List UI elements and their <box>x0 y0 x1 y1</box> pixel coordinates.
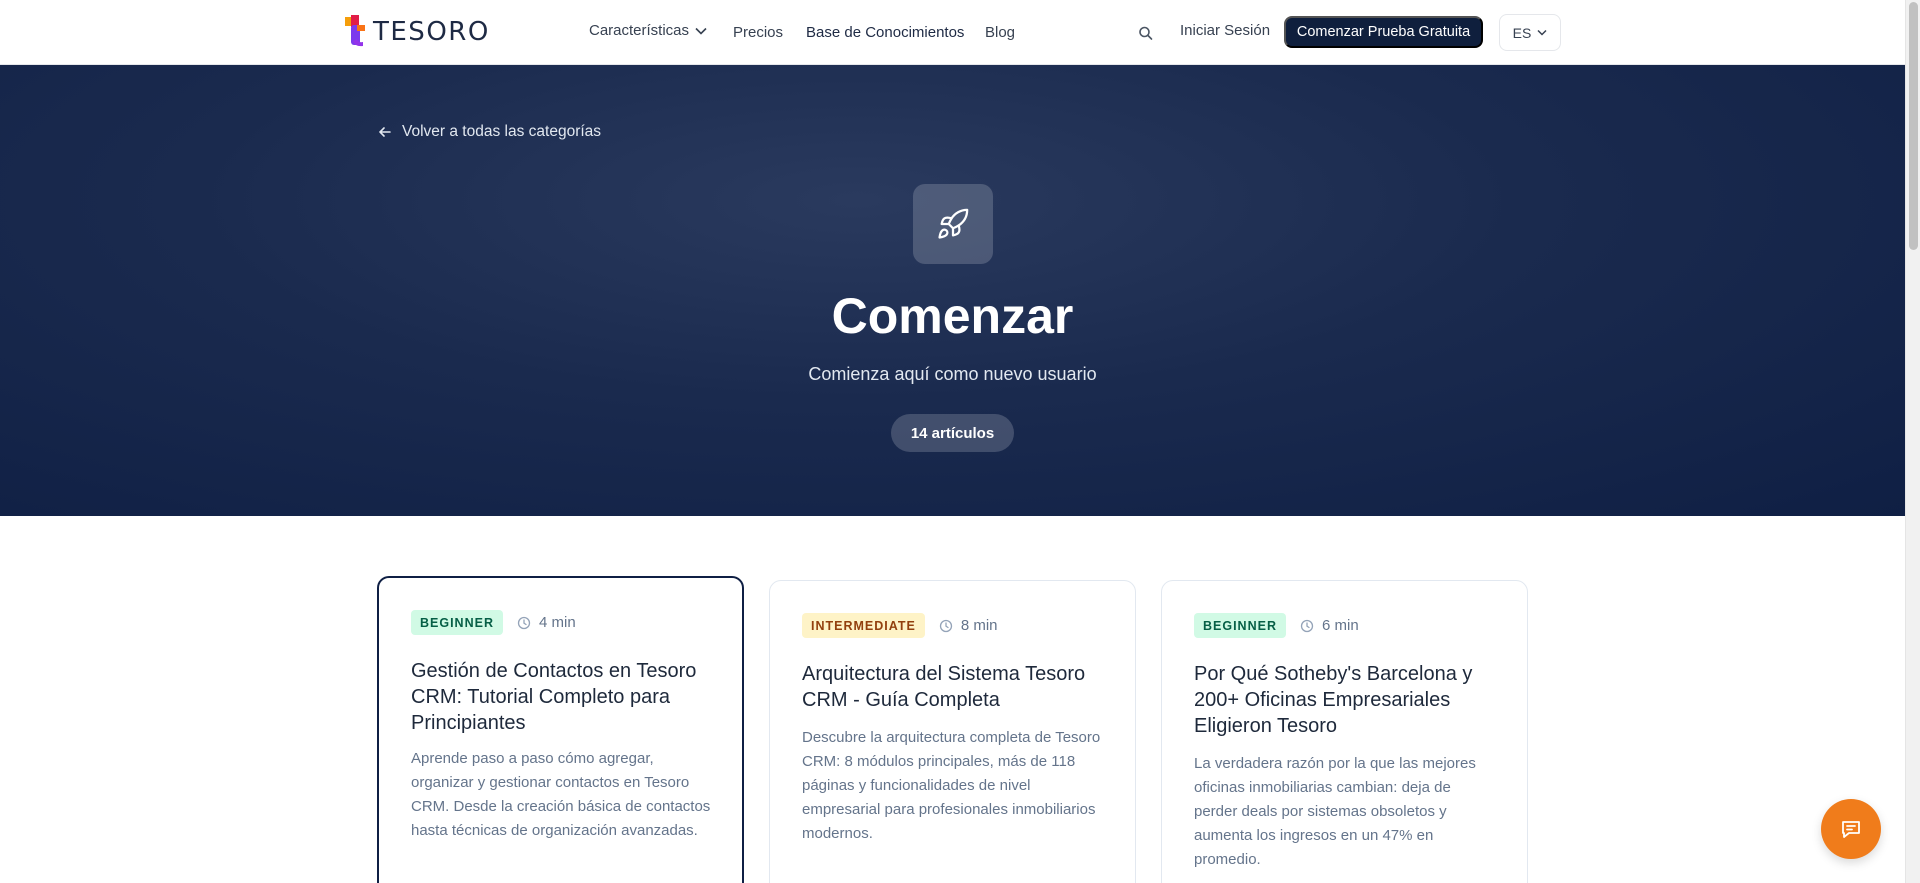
chat-support-button[interactable] <box>1821 799 1881 859</box>
tesoro-logo-mark-icon <box>345 15 365 47</box>
language-label: ES <box>1512 24 1532 41</box>
tesoro-logo[interactable]: TESORO <box>345 14 490 50</box>
article-description: Descubre la arquitectura completa de Tes… <box>802 729 1101 842</box>
scrollbar-thumb[interactable] <box>1909 2 1918 250</box>
level-badge: INTERMEDIATE <box>802 613 925 638</box>
page-scrollbar[interactable] <box>1905 0 1920 883</box>
nav-caracteristicas[interactable]: Características <box>589 22 707 39</box>
article-description: La verdadera razón por la que las mejore… <box>1194 755 1476 868</box>
nav-blog[interactable]: Blog <box>985 24 1015 41</box>
clock-icon <box>1300 619 1314 632</box>
rocket-icon <box>938 208 969 239</box>
login-link[interactable]: Iniciar Sesión <box>1180 22 1270 39</box>
chevron-down-icon <box>1537 29 1547 36</box>
card-meta: INTERMEDIATE 8 min <box>802 613 998 638</box>
read-time: 6 min <box>1300 617 1359 634</box>
article-description: Aprende paso a paso cómo agregar, organi… <box>411 750 711 839</box>
article-count-badge: 14 artículos <box>891 414 1014 452</box>
read-time: 8 min <box>939 617 998 634</box>
article-card[interactable]: BEGINNER 6 min Por Qué Sotheby's Barcelo… <box>1161 580 1528 883</box>
category-hero: Volver a todas las categorías Comenzar C… <box>0 65 1905 516</box>
article-card[interactable]: BEGINNER 4 min Gestión de Contactos en T… <box>377 576 744 883</box>
category-subtitle: Comienza aquí como nuevo usuario <box>808 364 1097 384</box>
level-badge: BEGINNER <box>411 610 503 635</box>
read-time: 4 min <box>517 614 576 631</box>
start-free-trial-button[interactable]: Comenzar Prueba Gratuita <box>1284 16 1483 48</box>
chat-bubble-icon <box>1842 821 1860 838</box>
language-selector[interactable]: ES <box>1499 14 1561 51</box>
search-button[interactable] <box>1136 23 1156 43</box>
article-title[interactable]: Arquitectura del Sistema Tesoro CRM - Gu… <box>802 661 1107 713</box>
article-title[interactable]: Por Qué Sotheby's Barcelona y 200+ Ofici… <box>1194 661 1499 739</box>
search-icon <box>1139 26 1153 40</box>
logo-text: TESORO <box>373 17 490 47</box>
back-to-categories-link[interactable]: Volver a todas las categorías <box>378 123 601 141</box>
category-title: Comenzar <box>831 288 1074 344</box>
card-meta: BEGINNER 6 min <box>1194 613 1359 638</box>
read-time-label: 4 min <box>538 614 576 631</box>
arrow-left-icon <box>379 127 391 137</box>
clock-icon <box>939 619 952 632</box>
chevron-down-icon <box>695 27 707 35</box>
article-card[interactable]: INTERMEDIATE 8 min Arquitectura del Sist… <box>769 580 1136 883</box>
read-time-label: 8 min <box>960 617 998 634</box>
top-navbar: TESORO Características Precios Base de C… <box>0 0 1905 65</box>
nav-precios[interactable]: Precios <box>733 24 783 41</box>
nav-base-conocimientos[interactable]: Base de Conocimientos <box>806 24 964 41</box>
level-badge: BEGINNER <box>1194 613 1286 638</box>
read-time-label: 6 min <box>1321 617 1359 634</box>
card-meta: BEGINNER 4 min <box>411 610 576 635</box>
article-title[interactable]: Gestión de Contactos en Tesoro CRM: Tuto… <box>411 658 714 736</box>
clock-icon <box>517 616 531 629</box>
nav-caracteristicas-label: Características <box>589 22 690 39</box>
back-link-label: Volver a todas las categorías <box>402 123 602 140</box>
category-icon-tile <box>913 184 993 264</box>
